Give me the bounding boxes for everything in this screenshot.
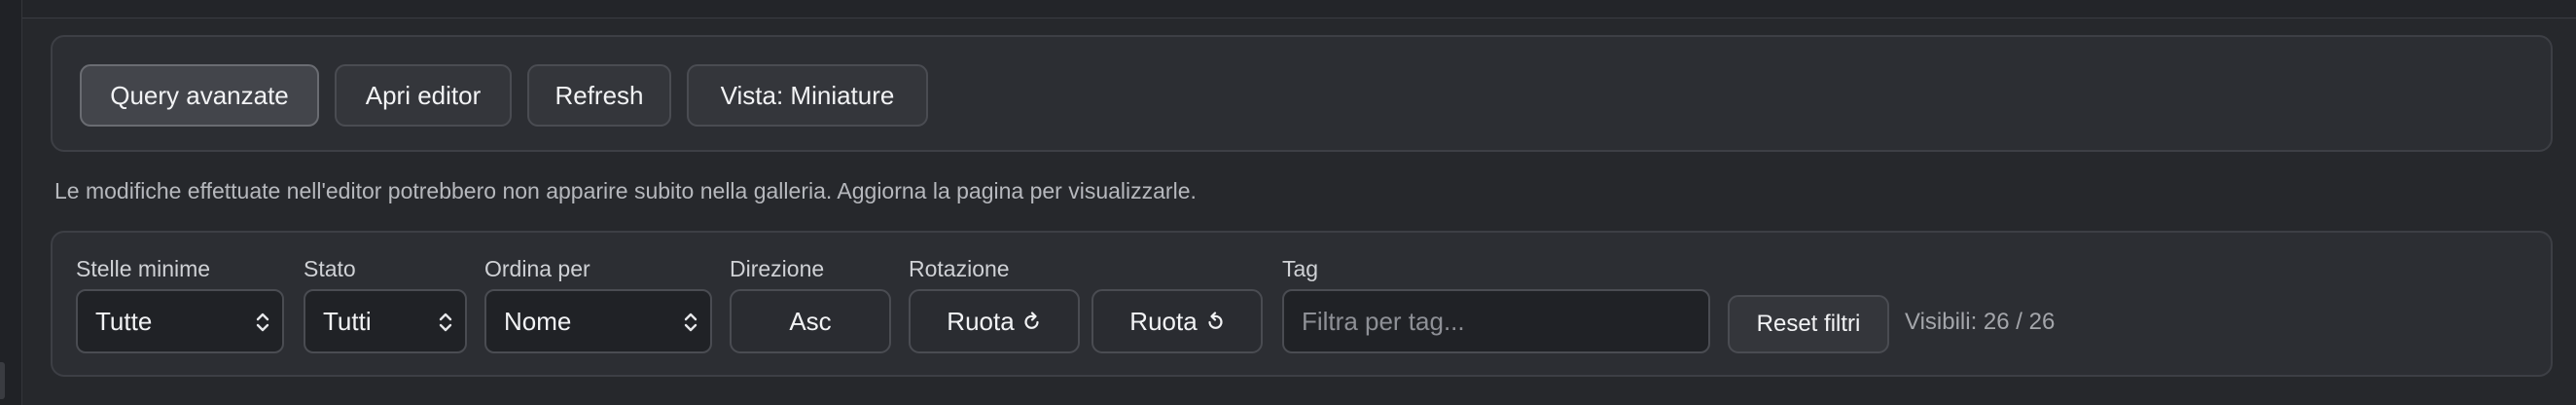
- state-value: Tutti: [323, 306, 372, 336]
- direction-toggle-button[interactable]: Asc: [730, 289, 891, 353]
- chevron-up-down-icon: [684, 313, 698, 332]
- chevron-up-down-icon: [439, 313, 452, 332]
- rotate-counterclockwise-label: Ruota: [1129, 306, 1198, 336]
- refresh-button[interactable]: Refresh: [527, 64, 671, 127]
- toolbar-panel: Query avanzate Apri editor Refresh Vista…: [51, 35, 2553, 152]
- sort-by-value: Nome: [504, 306, 572, 336]
- editor-notice: Le modifiche effettuate nell'editor potr…: [54, 178, 1197, 203]
- rail-handle[interactable]: [0, 362, 5, 399]
- min-stars-select[interactable]: Tutte: [76, 289, 284, 353]
- rotate-counterclockwise-button[interactable]: Ruota: [1091, 289, 1263, 353]
- view-mode-button[interactable]: Vista: Miniature: [687, 64, 928, 127]
- tag-label: Tag: [1282, 256, 1319, 281]
- top-strip: [22, 0, 2576, 18]
- min-stars-label: Stelle minime: [76, 256, 211, 281]
- open-editor-button[interactable]: Apri editor: [335, 64, 512, 127]
- filter-panel: Stelle minime Tutte Stato Tutti Ordina p…: [51, 231, 2553, 377]
- direction-label: Direzione: [730, 256, 825, 281]
- chevron-up-down-icon: [256, 313, 269, 332]
- sort-by-label: Ordina per: [484, 256, 590, 281]
- rotate-counterclockwise-icon: [1208, 312, 1223, 329]
- left-rail: [0, 0, 22, 405]
- state-label: Stato: [304, 256, 356, 281]
- advanced-query-button[interactable]: Query avanzate: [80, 64, 319, 127]
- rotate-clockwise-label: Ruota: [947, 306, 1015, 336]
- state-select[interactable]: Tutti: [304, 289, 467, 353]
- rotation-label: Rotazione: [909, 256, 1010, 281]
- tag-filter-input[interactable]: [1282, 289, 1710, 353]
- visible-count: Visibili: 26 / 26: [1905, 309, 2056, 335]
- sort-by-select[interactable]: Nome: [484, 289, 712, 353]
- rotate-clockwise-icon: [1024, 312, 1039, 329]
- reset-filters-button[interactable]: Reset filtri: [1728, 295, 1889, 353]
- rotate-clockwise-button[interactable]: Ruota: [909, 289, 1080, 353]
- min-stars-value: Tutte: [95, 306, 153, 336]
